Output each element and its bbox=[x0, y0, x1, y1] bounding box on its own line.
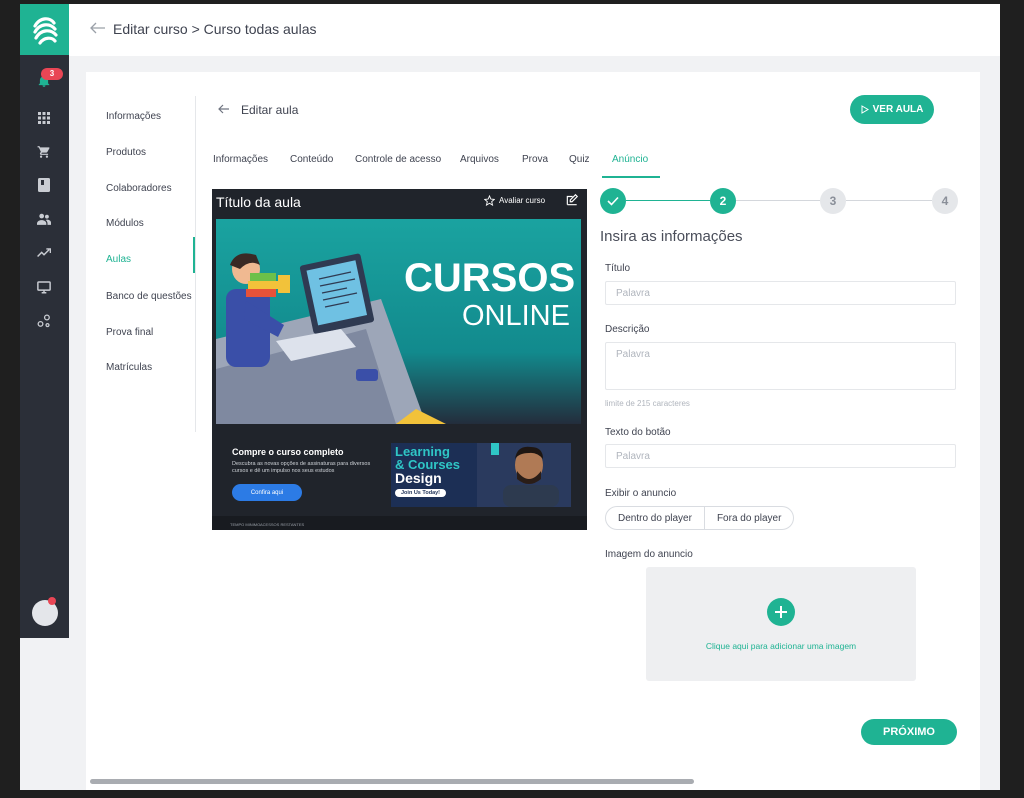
course-nav: Informações Produtos Colaboradores Módul… bbox=[86, 96, 196, 432]
option-inside-player[interactable]: Dentro do player bbox=[605, 506, 705, 530]
ad-button[interactable]: Join Us Today! bbox=[395, 489, 447, 497]
title-label: Título bbox=[605, 263, 631, 274]
check-icon bbox=[607, 196, 619, 206]
course-nav-item-informacoes[interactable]: Informações bbox=[106, 111, 161, 122]
form-heading: Insira as informações bbox=[600, 228, 743, 245]
users-icon[interactable] bbox=[33, 208, 55, 230]
page-title: Editar aula bbox=[241, 103, 299, 117]
banner-heading: CURSOS bbox=[404, 256, 576, 300]
page-header: Editar aula bbox=[218, 103, 298, 117]
view-lesson-label: VER AULA bbox=[872, 104, 924, 115]
step-connector bbox=[736, 200, 820, 201]
promo-button[interactable]: Confira aqui bbox=[232, 484, 302, 501]
active-tab-indicator bbox=[602, 176, 660, 178]
upload-hint: Clique aqui para adicionar uma imagem bbox=[705, 641, 857, 651]
title-input[interactable]: Palavra bbox=[605, 281, 956, 305]
logo-icon bbox=[32, 16, 58, 45]
course-nav-item-aulas[interactable]: Aulas bbox=[106, 254, 131, 265]
description-input[interactable]: Palavra bbox=[605, 342, 956, 390]
preview-title: Título da aula bbox=[216, 194, 301, 210]
step-connector bbox=[846, 200, 932, 201]
display-label: Exibir o anuncio bbox=[605, 488, 677, 499]
rate-course-label: Avaliar curso bbox=[499, 196, 546, 205]
step-connector bbox=[626, 200, 710, 201]
stepper: 2 3 4 bbox=[600, 188, 958, 214]
button-text-label: Texto do botão bbox=[605, 427, 671, 438]
promo-title: Compre o curso completo bbox=[232, 447, 344, 457]
tab-anuncio[interactable]: Anúncio bbox=[612, 154, 648, 165]
breadcrumb-text: Editar curso > Curso todas aulas bbox=[113, 21, 317, 37]
cart-icon[interactable] bbox=[33, 141, 55, 163]
tab-informacoes[interactable]: Informações bbox=[213, 154, 268, 165]
tab-prova[interactable]: Prova bbox=[522, 154, 548, 165]
next-button[interactable]: PRÓXIMO bbox=[861, 719, 957, 745]
course-nav-item-matriculas[interactable]: Matrículas bbox=[106, 362, 152, 373]
icon-rail: 3 bbox=[20, 4, 69, 638]
step-3[interactable]: 3 bbox=[820, 188, 846, 214]
breadcrumb: Editar curso > Curso todas aulas bbox=[90, 21, 317, 37]
ad-banner[interactable]: Learning & Courses Design Join Us Today! bbox=[391, 443, 571, 507]
step-4[interactable]: 4 bbox=[932, 188, 958, 214]
description-label: Descrição bbox=[605, 324, 650, 335]
notification-badge: 3 bbox=[41, 68, 63, 80]
plus-icon[interactable] bbox=[767, 598, 795, 626]
book-icon[interactable] bbox=[33, 174, 55, 196]
tab-conteudo[interactable]: Conteúdo bbox=[290, 154, 333, 165]
footer-label-mid: ACESSOS RESTANTES bbox=[260, 522, 305, 527]
option-outside-player[interactable]: Fora do player bbox=[704, 506, 795, 530]
course-nav-item-colaboradores[interactable]: Colaboradores bbox=[106, 183, 172, 194]
status-dot bbox=[48, 597, 56, 605]
image-upload-area[interactable]: Clique aqui para adicionar uma imagem bbox=[646, 567, 916, 681]
trending-up-icon[interactable] bbox=[33, 242, 55, 264]
course-banner-image: CURSOS ONLINE bbox=[216, 219, 581, 424]
image-label: Imagem do anuncio bbox=[605, 549, 693, 560]
description-limit: limite de 215 caracteres bbox=[605, 399, 690, 408]
button-text-input[interactable]: Palavra bbox=[605, 444, 956, 468]
course-nav-item-modulos[interactable]: Módulos bbox=[106, 218, 144, 229]
tab-quiz[interactable]: Quiz bbox=[569, 154, 590, 165]
view-lesson-button[interactable]: VER AULA bbox=[850, 95, 934, 124]
horizontal-scrollbar[interactable] bbox=[90, 779, 694, 784]
play-icon bbox=[861, 105, 869, 114]
back-arrow-icon[interactable] bbox=[218, 103, 230, 117]
star-icon bbox=[484, 195, 495, 206]
ad-line-3: Design bbox=[395, 470, 442, 486]
grid-icon[interactable] bbox=[33, 107, 55, 129]
display-toggle: Dentro do player Fora do player bbox=[605, 506, 795, 530]
tab-controle-de-acesso[interactable]: Controle de acesso bbox=[355, 154, 441, 165]
course-nav-item-produtos[interactable]: Produtos bbox=[106, 147, 146, 158]
rate-course-button[interactable]: Avaliar curso bbox=[484, 195, 545, 206]
back-arrow-icon[interactable] bbox=[90, 21, 106, 37]
lesson-preview: Título da aula Avaliar curso CURSOS ONLI… bbox=[212, 189, 587, 530]
monitor-icon[interactable] bbox=[33, 276, 55, 298]
active-nav-indicator bbox=[193, 237, 195, 273]
tab-arquivos[interactable]: Arquivos bbox=[460, 154, 499, 165]
step-2[interactable]: 2 bbox=[710, 188, 736, 214]
course-nav-item-prova-final[interactable]: Prova final bbox=[106, 327, 153, 338]
edit-icon[interactable] bbox=[565, 193, 579, 212]
app-logo[interactable] bbox=[20, 4, 69, 55]
banner-subheading: ONLINE bbox=[462, 300, 570, 332]
footer-label-left: TEMPO MINIMO bbox=[230, 522, 261, 527]
share-icon[interactable] bbox=[33, 310, 55, 332]
app-window: 3 Editar curso > Curso todas aulas Infor… bbox=[20, 4, 1000, 790]
promo-text: Descubra as novas opções de assinaturas … bbox=[232, 461, 371, 474]
course-nav-item-banco-de-questoes[interactable]: Banco de questões bbox=[106, 291, 192, 302]
step-1-done[interactable] bbox=[600, 188, 626, 214]
